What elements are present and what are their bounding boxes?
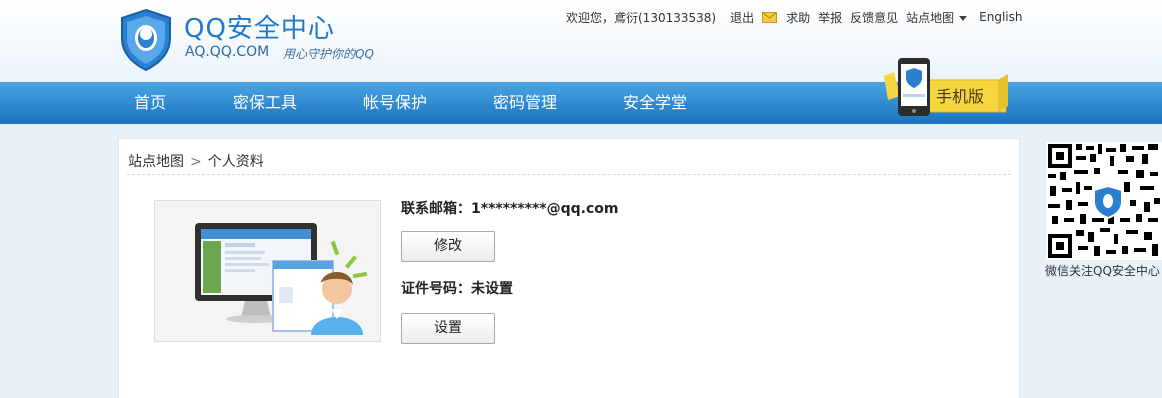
mobile-label: 手机版	[936, 87, 984, 106]
logo-domain: AQ.QQ.COM	[185, 44, 270, 60]
email-value: 1*********@qq.com	[471, 201, 619, 217]
id-value: 未设置	[471, 281, 513, 297]
divider	[127, 174, 1011, 175]
logo-slogan: 用心守护你的QQ	[283, 47, 374, 61]
profile-info: 联系邮箱：1*********@qq.com 修改 证件号码：未设置 设置	[401, 199, 619, 344]
welcome-text: 欢迎您，鳶衍(130133538)	[566, 10, 717, 25]
nav-item-password-management[interactable]: 密码管理	[493, 82, 557, 124]
report-link[interactable]: 举报	[818, 9, 842, 26]
sitemap-label: 站点地图	[906, 10, 955, 25]
set-id-button[interactable]: 设置	[401, 313, 495, 344]
english-link[interactable]: English	[979, 10, 1022, 24]
nav-item-account-protection[interactable]: 帐号保护	[363, 82, 427, 124]
top-links: 欢迎您，鳶衍(130133538) 退出 求助 举报 反馈意见 站点地图 Eng…	[566, 8, 1031, 26]
logout-link[interactable]: 退出	[730, 9, 754, 26]
chevron-down-icon	[959, 15, 968, 21]
nav-item-home[interactable]: 首页	[134, 82, 166, 124]
wechat-qr-code	[1046, 142, 1162, 260]
content-panel: 站点地图 > 个人资料 联系邮箱：1*********@qq.com 修改 证件…	[118, 138, 1020, 398]
modify-email-button[interactable]: 修改	[401, 231, 495, 262]
breadcrumb-current: 个人资料	[207, 154, 264, 170]
qq-shield-logo-icon[interactable]	[118, 8, 174, 72]
badge-ribbon-end	[998, 74, 1008, 112]
email-row: 联系邮箱：1*********@qq.com	[401, 199, 619, 219]
badge-ribbon-tail	[884, 72, 900, 100]
qr-caption: 微信关注QQ安全中心	[1045, 264, 1160, 278]
email-label: 联系邮箱：	[401, 201, 471, 217]
help-link[interactable]: 求助	[786, 9, 810, 26]
nav-item-security-school[interactable]: 安全学堂	[623, 82, 687, 124]
mobile-version-badge[interactable]: 手机版	[880, 56, 1010, 118]
logo-title[interactable]: QQ安全中心	[184, 8, 335, 45]
id-row: 证件号码：未设置	[401, 279, 513, 299]
sitemap-dropdown[interactable]: 站点地图	[906, 9, 968, 26]
id-label: 证件号码：	[401, 281, 471, 297]
feedback-link[interactable]: 反馈意见	[850, 9, 898, 26]
breadcrumb: 站点地图 > 个人资料	[128, 151, 264, 171]
nav-item-security-tools[interactable]: 密保工具	[233, 82, 297, 124]
profile-illustration	[154, 200, 381, 342]
computer-profile-image	[195, 223, 368, 335]
breadcrumb-sitemap-link[interactable]: 站点地图	[128, 154, 184, 170]
mail-icon[interactable]	[762, 11, 778, 23]
breadcrumb-separator: >	[190, 154, 202, 170]
